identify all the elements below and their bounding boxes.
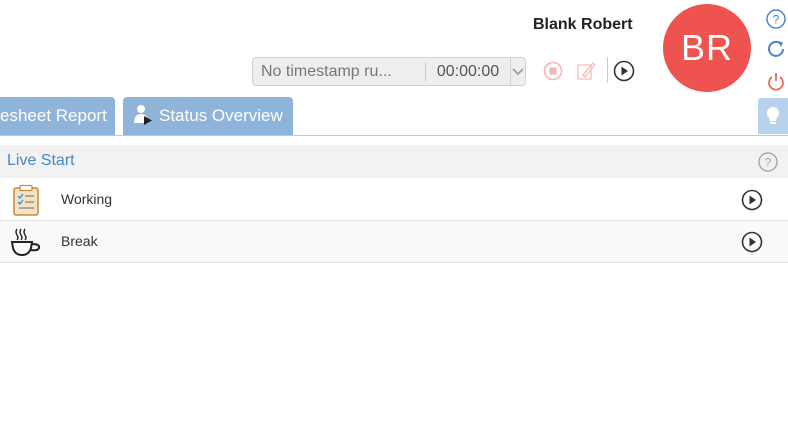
tips-button[interactable] <box>758 98 788 134</box>
section-help-button[interactable]: ? <box>756 150 780 174</box>
list-item-label: Working <box>61 191 113 207</box>
start-break-button[interactable] <box>741 231 763 253</box>
user-name: Blank Robert <box>533 16 633 33</box>
list-item-working[interactable]: Working <box>0 179 788 221</box>
section-header <box>0 145 788 178</box>
help-icon: ? <box>758 152 778 172</box>
list-item-break[interactable]: Break <box>0 221 788 263</box>
refresh-icon <box>768 40 784 57</box>
refresh-button[interactable] <box>764 37 788 61</box>
help-icon: ? <box>766 9 786 29</box>
edit-button[interactable] <box>574 59 598 83</box>
play-icon <box>741 189 763 211</box>
toolbar-divider <box>607 57 608 83</box>
section-title: Live Start <box>7 152 75 169</box>
user-status-icon <box>133 103 153 130</box>
svg-text:?: ? <box>773 13 780 27</box>
svg-text:?: ? <box>765 156 772 170</box>
tab-label: Status Overview <box>159 106 283 125</box>
start-working-button[interactable] <box>741 189 763 211</box>
tab-label: esheet Report <box>0 106 107 125</box>
clipboard-checklist-icon <box>10 184 42 216</box>
play-icon <box>741 231 763 253</box>
tab-timesheet-report[interactable]: esheet Report <box>0 97 115 135</box>
tab-status-overview[interactable]: Status Overview <box>123 97 293 135</box>
help-button[interactable]: ? <box>764 7 788 31</box>
timer-widget[interactable]: No timestamp ru... 00:00:00 <box>252 57 526 86</box>
avatar[interactable]: BR <box>663 4 751 92</box>
list-item-label: Break <box>61 233 98 249</box>
play-button[interactable] <box>612 59 636 83</box>
pencil-note-icon <box>577 61 596 80</box>
lightbulb-icon <box>766 106 780 124</box>
power-icon <box>768 73 784 91</box>
coffee-cup-icon <box>10 226 42 258</box>
play-icon <box>613 60 635 82</box>
timer-time: 00:00:00 <box>436 62 500 80</box>
tabs-underline <box>0 135 788 136</box>
timer-dropdown-button[interactable] <box>510 58 525 85</box>
chevron-down-icon <box>512 67 524 75</box>
logout-button[interactable] <box>764 70 788 94</box>
timer-status-text: No timestamp ru... <box>261 62 392 80</box>
stop-icon <box>543 61 563 81</box>
stop-button[interactable] <box>541 59 565 83</box>
